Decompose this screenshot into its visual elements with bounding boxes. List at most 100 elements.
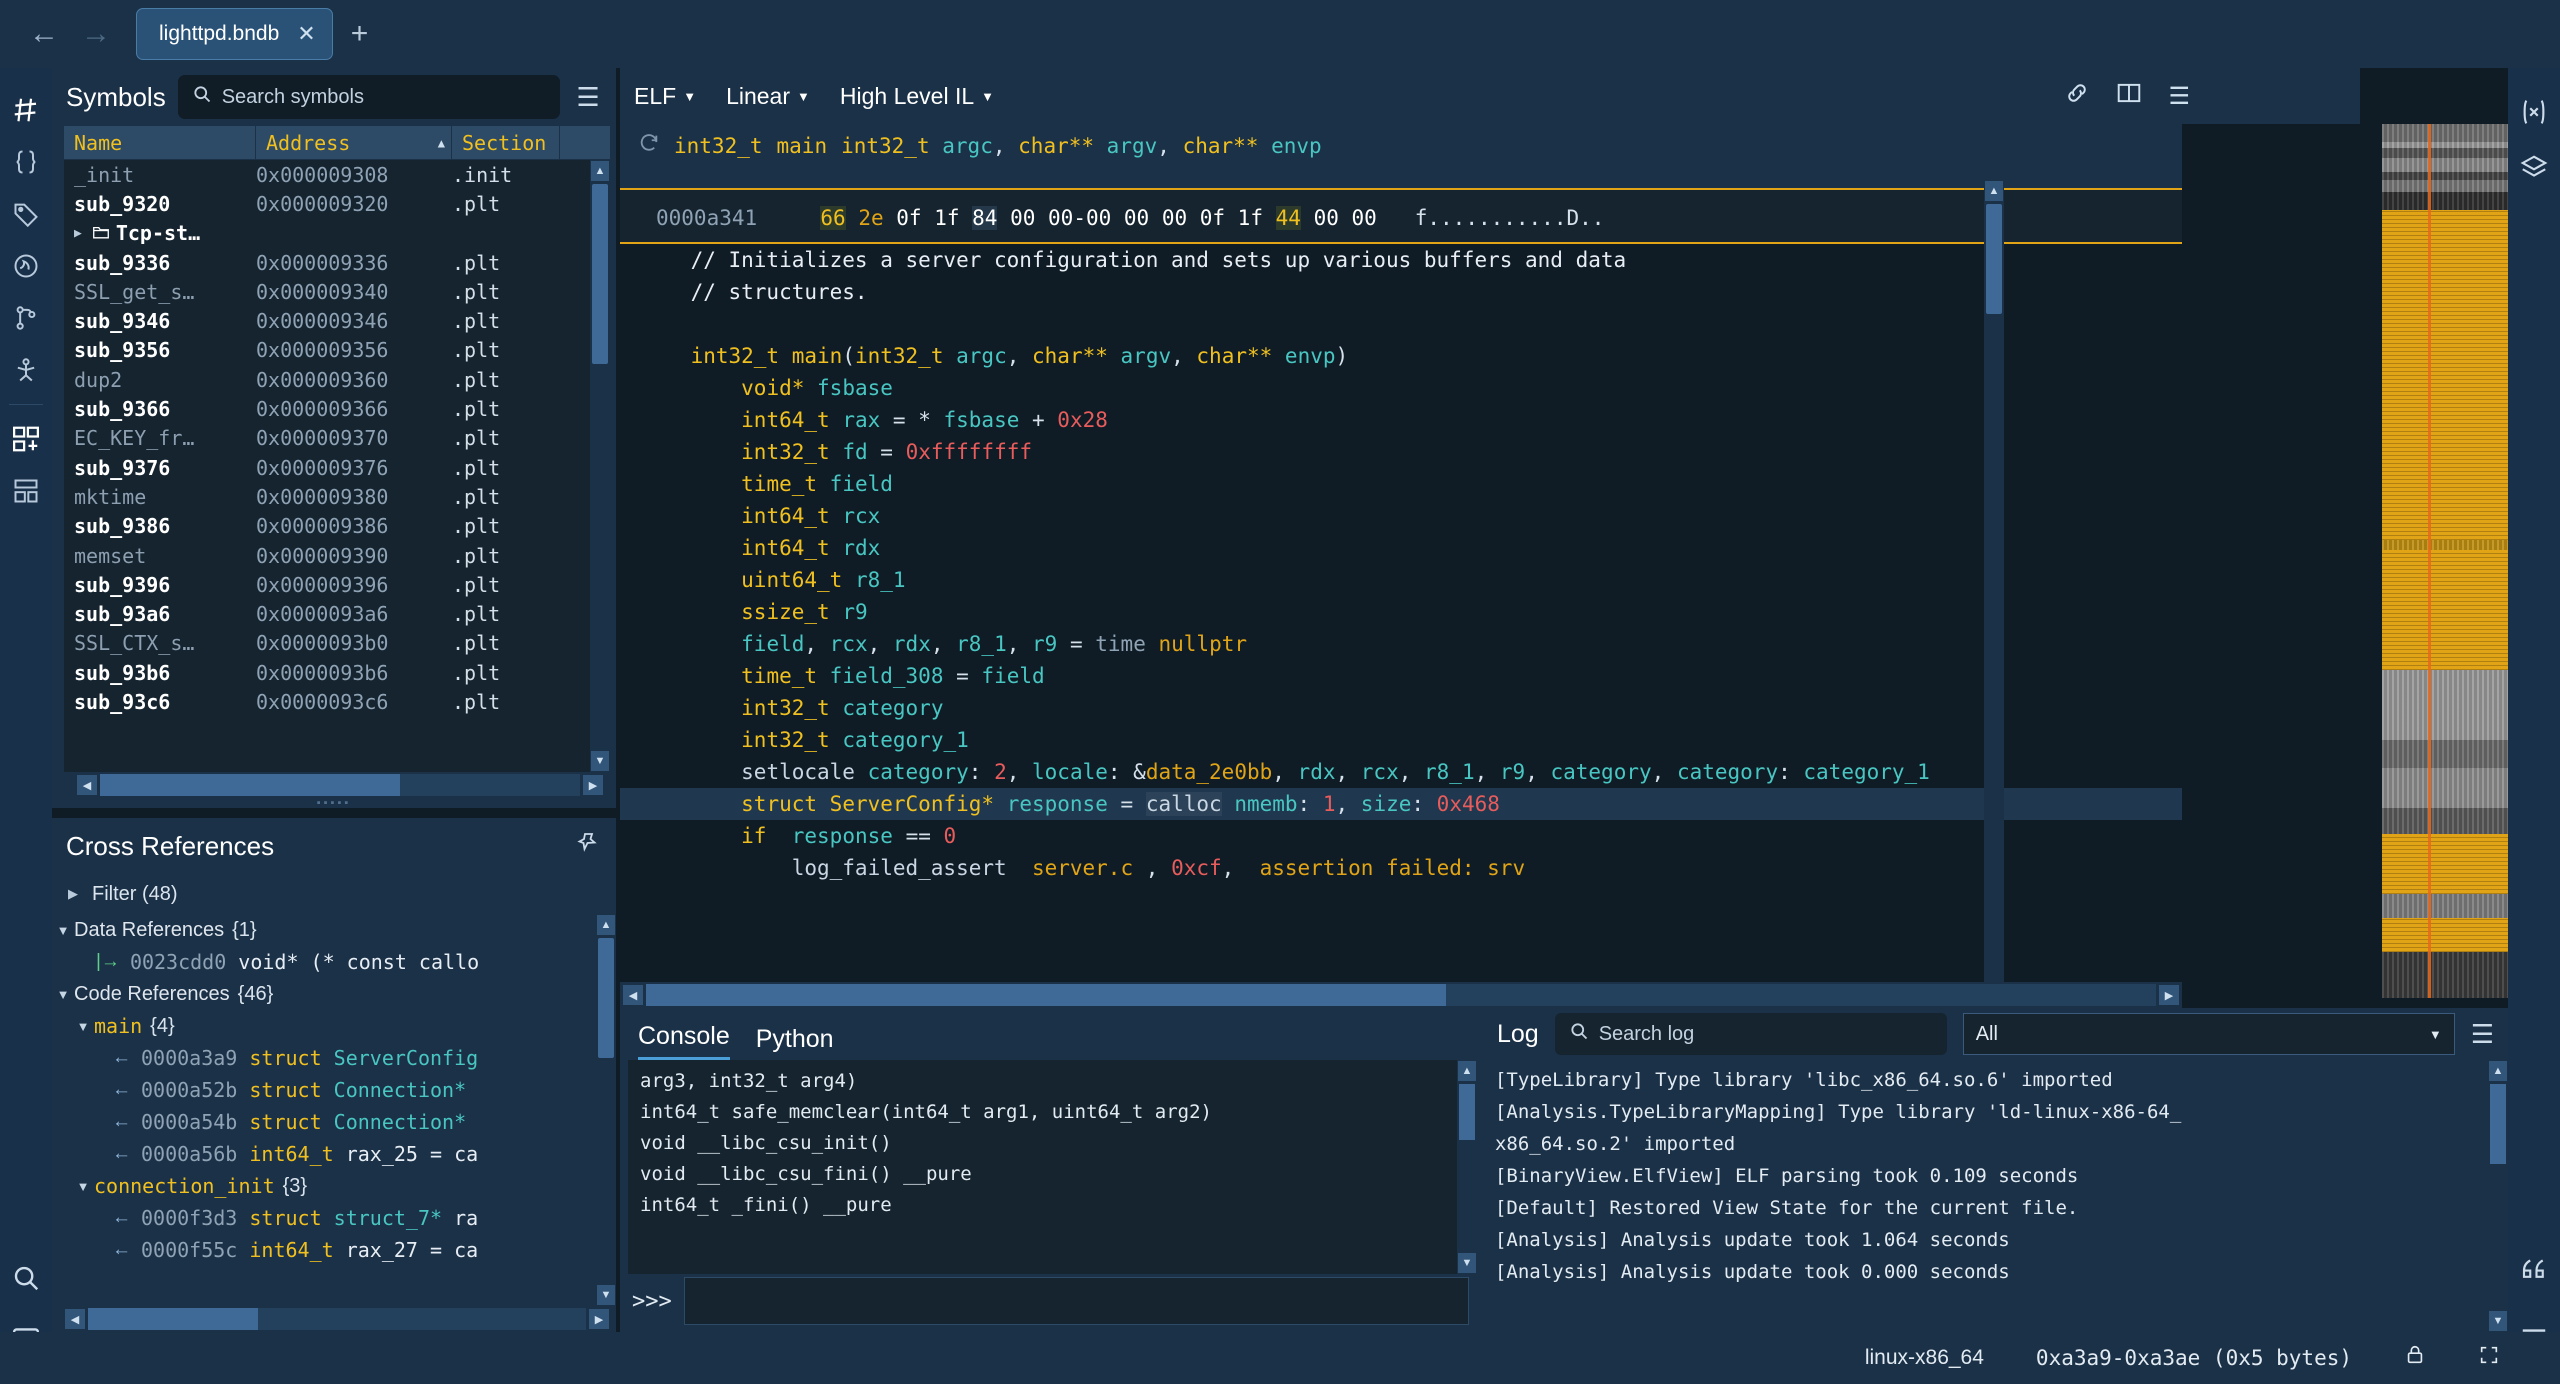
tab-python[interactable]: Python xyxy=(756,1025,834,1060)
code-line[interactable]: int64_t rax = * fsbase + 0x28 xyxy=(620,404,2182,436)
column-header-name[interactable]: Name xyxy=(64,126,256,159)
scrollbar-thumb[interactable] xyxy=(646,984,1446,1006)
code-line-call[interactable]: setlocale category: 2, locale: &data_2e0… xyxy=(620,756,2182,788)
tags-icon[interactable] xyxy=(4,188,48,240)
chevron-down-icon[interactable]: ▼ xyxy=(72,1019,94,1034)
back-arrow-icon[interactable]: ← xyxy=(18,8,70,60)
scroll-up-button[interactable]: ▲ xyxy=(2488,1060,2508,1082)
feature-map-band[interactable] xyxy=(2382,834,2508,894)
code-line[interactable]: field, rcx, rdx, r8_1, r9 = time nullptr xyxy=(620,628,2182,660)
table-row[interactable]: sub_93c6 0x0000093c6 .plt xyxy=(64,687,610,716)
feature-map-band[interactable] xyxy=(2382,918,2508,952)
feature-map-band[interactable] xyxy=(2382,952,2508,998)
scroll-right-button[interactable]: ▶ xyxy=(2158,984,2180,1006)
log-filter-dropdown[interactable]: All ▼ xyxy=(1962,1013,2455,1055)
chevron-down-icon[interactable]: ▼ xyxy=(72,1179,94,1194)
symbols-horizontal-scrollbar[interactable]: ◀ ▶ xyxy=(64,772,610,798)
branch-icon[interactable] xyxy=(4,292,48,344)
scroll-right-button[interactable]: ▶ xyxy=(588,1308,610,1330)
xref-code-item[interactable]: ← 0000a52b struct Connection* xyxy=(52,1074,616,1106)
view-mode-dropdown[interactable]: Linear ▼ xyxy=(726,83,810,110)
scrollbar-thumb[interactable] xyxy=(2490,1084,2506,1164)
feature-map-band[interactable] xyxy=(2382,172,2508,180)
panel-resize-handle[interactable]: ▪▪▪▪▪ xyxy=(52,797,616,809)
pin-icon[interactable] xyxy=(576,831,600,861)
table-row[interactable]: sub_9376 0x000009376 .plt xyxy=(64,453,610,482)
xref-group-data[interactable]: ▼ Data References {1} xyxy=(52,914,616,946)
scroll-down-button[interactable]: ▼ xyxy=(2488,1310,2508,1332)
types-braces-icon[interactable] xyxy=(4,136,48,188)
feature-map-band[interactable] xyxy=(2382,670,2508,740)
code-line[interactable]: time_t field xyxy=(620,468,2182,500)
code-line[interactable]: int32_t category xyxy=(620,692,2182,724)
scroll-up-button[interactable]: ▲ xyxy=(1456,1060,1477,1082)
table-row[interactable]: memset 0x000009390 .plt xyxy=(64,541,610,570)
feature-map-band[interactable] xyxy=(2382,192,2508,210)
code-line-signature[interactable]: int32_t main(int32_t argc, char** argv, … xyxy=(620,340,2182,372)
variables-icon[interactable] xyxy=(2512,84,2556,140)
code-line[interactable]: int32_t fd = 0xffffffff xyxy=(620,436,2182,468)
code-line[interactable]: ssize_t r9 xyxy=(620,596,2182,628)
link-icon[interactable] xyxy=(2064,80,2090,113)
scrollbar-thumb[interactable] xyxy=(88,1308,258,1330)
code-line[interactable]: time_t field_308 = field xyxy=(620,660,2182,692)
table-row[interactable]: SSL_CTX_s… 0x0000093b0 .plt xyxy=(64,629,610,658)
hamburger-menu-icon[interactable]: ☰ xyxy=(2471,1019,2494,1050)
scrollbar-thumb[interactable] xyxy=(592,184,608,364)
xref-code-item[interactable]: ← 0000a54b struct Connection* xyxy=(52,1106,616,1138)
xref-code-item[interactable]: ← 0000f55c int64_t rax_27 = ca xyxy=(52,1234,616,1266)
table-row[interactable]: sub_9336 0x000009336 .plt xyxy=(64,248,610,277)
xref-function-group[interactable]: ▼ main {4} xyxy=(52,1010,616,1042)
table-row[interactable]: sub_9386 0x000009386 .plt xyxy=(64,512,610,541)
symbols-table-body[interactable]: _init 0x000009308 .init sub_9320 0x000009320… xyxy=(64,160,610,772)
feature-map-band[interactable] xyxy=(2382,540,2508,550)
chevron-right-icon[interactable]: ▶ xyxy=(74,226,82,241)
code-line[interactable]: int32_t category_1 xyxy=(620,724,2182,756)
file-tab[interactable]: lighttpd.bndb ✕ xyxy=(136,8,333,60)
table-row[interactable]: dup2 0x000009360 .plt xyxy=(64,365,610,394)
scroll-up-button[interactable]: ▲ xyxy=(590,160,610,182)
scrollbar-track[interactable] xyxy=(646,984,2156,1006)
table-row[interactable]: ▶ Tcp-st… xyxy=(64,219,610,248)
xref-code-item[interactable]: ← 0000a56b int64_t rax_25 = ca xyxy=(52,1138,616,1170)
scrollbar-track[interactable] xyxy=(100,774,580,796)
table-row[interactable]: EC_KEY_fr… 0x000009370 .plt xyxy=(64,424,610,453)
new-tab-button[interactable]: + xyxy=(351,17,369,51)
column-header-section[interactable]: Section xyxy=(452,126,560,159)
scroll-left-button[interactable]: ◀ xyxy=(76,774,98,796)
code-line[interactable]: void* fsbase xyxy=(620,372,2182,404)
code-horizontal-scrollbar[interactable]: ◀ ▶ xyxy=(620,982,2182,1008)
hex-dump-row[interactable]: 0000a341 66 2e 0f 1f 84 00 00-00 00 00 0… xyxy=(620,188,2182,244)
xref-data-item[interactable]: |→ 0023cdd0 void* (* const callo xyxy=(52,946,616,978)
components-icon[interactable] xyxy=(4,413,48,465)
code-line-selected[interactable]: struct ServerConfig* response = calloc n… xyxy=(620,788,2182,820)
table-row[interactable]: sub_93a6 0x0000093a6 .plt xyxy=(64,599,610,628)
table-row[interactable]: sub_93b6 0x0000093b6 .plt xyxy=(64,658,610,687)
view-type-dropdown[interactable]: ELF ▼ xyxy=(634,83,696,110)
xref-group-code[interactable]: ▼ Code References {46} xyxy=(52,978,616,1010)
column-header-address[interactable]: Address ▲ xyxy=(256,126,452,159)
code-vertical-scrollbar[interactable]: ▲ ▼ xyxy=(1984,180,2004,1008)
hamburger-menu-icon[interactable]: ☰ xyxy=(572,82,604,113)
code-line[interactable]: int64_t rdx xyxy=(620,532,2182,564)
scroll-right-button[interactable]: ▶ xyxy=(582,774,604,796)
feature-map[interactable] xyxy=(2382,124,2508,998)
quotes-icon[interactable] xyxy=(2512,1240,2556,1296)
code-line[interactable]: int64_t rcx xyxy=(620,500,2182,532)
table-row[interactable]: sub_9396 0x000009396 .plt xyxy=(64,570,610,599)
console-vertical-scrollbar[interactable]: ▲ ▼ xyxy=(1456,1060,1477,1274)
scroll-down-button[interactable]: ▼ xyxy=(590,750,610,772)
refresh-icon[interactable] xyxy=(638,132,660,160)
scroll-down-button[interactable]: ▼ xyxy=(1456,1252,1477,1274)
feature-map-band[interactable] xyxy=(2382,124,2508,142)
close-icon[interactable]: ✕ xyxy=(297,21,315,47)
decompiled-code-lines[interactable]: // Initializes a server configuration an… xyxy=(620,244,2182,884)
code-line[interactable]: uint64_t r8_1 xyxy=(620,564,2182,596)
forward-arrow-icon[interactable]: → xyxy=(70,8,122,60)
feature-map-band[interactable] xyxy=(2382,158,2508,172)
split-view-icon[interactable] xyxy=(2116,80,2142,113)
feature-map-band[interactable] xyxy=(2382,768,2508,808)
log-vertical-scrollbar[interactable]: ▲ ▼ xyxy=(2488,1060,2508,1332)
code-line[interactable]: log_failed_assert server.c , 0xcf, asser… xyxy=(620,852,2182,884)
feature-map-band[interactable] xyxy=(2382,894,2508,918)
